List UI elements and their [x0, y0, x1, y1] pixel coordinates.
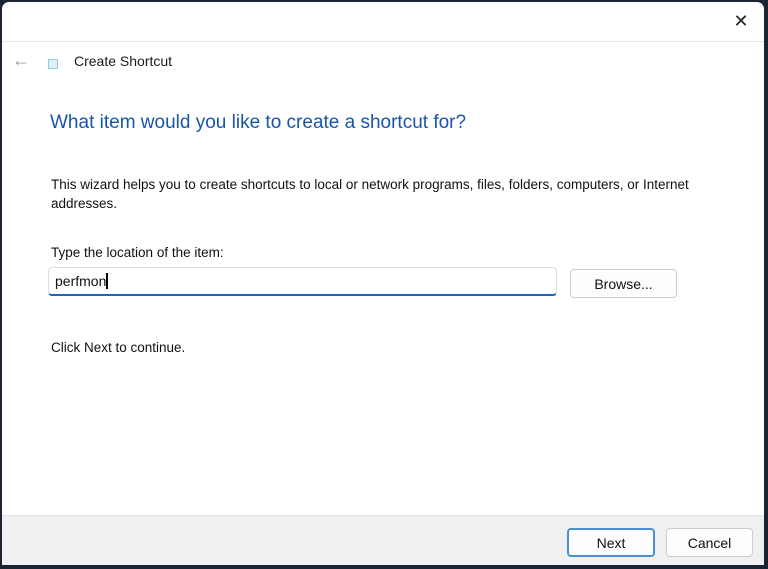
close-button[interactable]: ✕: [718, 2, 764, 41]
wizard-description: This wizard helps you to create shortcut…: [51, 177, 689, 211]
continue-hint: Click Next to continue.: [51, 340, 186, 355]
close-icon: ✕: [733, 11, 749, 31]
browse-button[interactable]: Browse...: [570, 269, 677, 298]
location-input[interactable]: perfmon: [48, 267, 557, 296]
footer-bar: Next Cancel: [2, 515, 764, 565]
location-label: Type the location of the item:: [51, 245, 224, 260]
text-caret: [106, 273, 108, 289]
title-bar: ✕: [2, 2, 764, 42]
wizard-header: ← Create Shortcut: [2, 42, 764, 82]
back-arrow-icon[interactable]: ←: [12, 50, 30, 71]
shortcut-icon: [48, 59, 58, 69]
page-heading: What item would you like to create a sho…: [50, 112, 467, 133]
wizard-title: Create Shortcut: [74, 53, 173, 69]
cancel-button[interactable]: Cancel: [666, 528, 753, 557]
location-input-value: perfmon: [55, 273, 107, 289]
create-shortcut-dialog: ✕ ← Create Shortcut What item would you …: [2, 2, 764, 565]
next-button[interactable]: Next: [567, 528, 655, 557]
